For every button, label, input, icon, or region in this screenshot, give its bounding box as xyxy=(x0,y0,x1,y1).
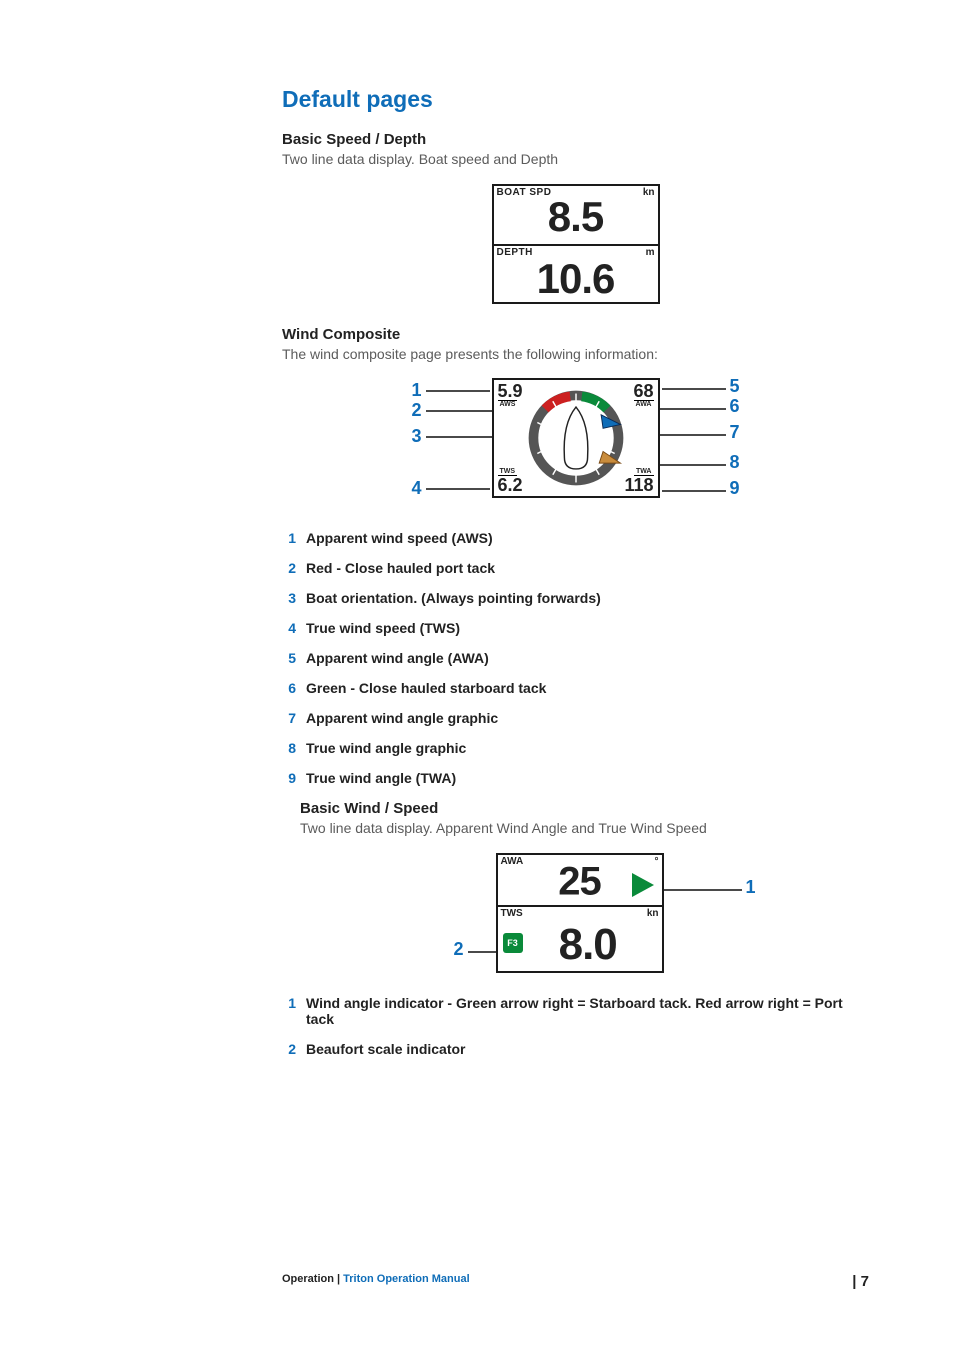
awa-label: AWA xyxy=(501,856,524,867)
page-sep: | xyxy=(852,1273,860,1290)
callout-2: 2 xyxy=(412,400,422,421)
legend-text: Apparent wind angle (AWA) xyxy=(306,650,489,666)
awa-value: 68 xyxy=(633,382,653,400)
tws-unit: kn xyxy=(647,908,659,919)
wind-composite-legend: 1 Apparent wind speed (AWS) 2 Red - Close h… xyxy=(282,530,869,786)
basic-wind-speed-figure: 1 2 AWA ° 25 TWS kn F3 8.0 xyxy=(396,853,756,983)
legend-text: Wind angle indicator - Green arrow right… xyxy=(306,995,869,1027)
legend-text: Boat orientation. (Always pointing forwa… xyxy=(306,590,601,606)
boat-spd-label: BOAT SPD xyxy=(497,187,552,198)
legend-number: 5 xyxy=(282,650,296,666)
legend-row: 7 Apparent wind angle graphic xyxy=(282,710,869,726)
callout-1-line xyxy=(426,390,490,392)
legend-text: True wind speed (TWS) xyxy=(306,620,460,636)
basic-wind-speed-legend: 1 Wind angle indicator - Green arrow righ… xyxy=(282,995,869,1057)
ws-callout-2: 2 xyxy=(454,939,464,960)
legend-number: 2 xyxy=(282,1041,296,1057)
basic-speed-depth-display: BOAT SPD kn 8.5 DEPTH m 10.6 xyxy=(492,184,660,304)
legend-number: 6 xyxy=(282,680,296,696)
legend-row: 8 True wind angle graphic xyxy=(282,740,869,756)
awa-label: AWA xyxy=(634,400,654,408)
legend-number: 9 xyxy=(282,770,296,786)
depth-label: DEPTH xyxy=(497,247,533,258)
callout-1: 1 xyxy=(412,380,422,401)
callout-6: 6 xyxy=(729,396,739,417)
awa-display-value: 25 xyxy=(558,860,601,905)
tws-display-value: 8.0 xyxy=(559,920,617,970)
legend-number: 7 xyxy=(282,710,296,726)
beaufort-value: F3 xyxy=(507,938,518,948)
boat-spd-value: 8.5 xyxy=(548,196,603,238)
footer-sep: | xyxy=(334,1273,343,1285)
basic-speed-depth-desc: Two line data display. Boat speed and De… xyxy=(282,150,869,170)
callout-5-line xyxy=(662,388,726,390)
section-title: Default pages xyxy=(282,86,869,113)
legend-number: 8 xyxy=(282,740,296,756)
callout-9-line xyxy=(662,490,726,492)
legend-row: 6 Green - Close hauled starboard tack xyxy=(282,680,869,696)
legend-text: Apparent wind speed (AWS) xyxy=(306,530,493,546)
legend-text: True wind angle graphic xyxy=(306,740,466,756)
legend-text: Red - Close hauled port tack xyxy=(306,560,495,576)
depth-value: 10.6 xyxy=(537,258,615,300)
ws-callout-1: 1 xyxy=(745,877,755,898)
callout-5: 5 xyxy=(729,376,739,397)
legend-row: 2 Beaufort scale indicator xyxy=(282,1041,869,1057)
legend-row: 9 True wind angle (TWA) xyxy=(282,770,869,786)
beaufort-badge: F3 xyxy=(503,933,523,953)
wind-composite-figure: 1 2 3 4 5 6 7 8 9 xyxy=(412,378,740,506)
legend-number: 4 xyxy=(282,620,296,636)
basic-wind-speed-display: AWA ° 25 TWS kn F3 8.0 xyxy=(496,853,664,973)
legend-text: Beaufort scale indicator xyxy=(306,1041,466,1057)
legend-row: 5 Apparent wind angle (AWA) xyxy=(282,650,869,666)
tws-value: 6.2 xyxy=(498,476,523,494)
legend-row: 4 True wind speed (TWS) xyxy=(282,620,869,636)
legend-text: Green - Close hauled starboard tack xyxy=(306,680,546,696)
legend-number: 2 xyxy=(282,560,296,576)
wind-angle-arrow-icon xyxy=(632,873,654,897)
aws-value: 5.9 xyxy=(498,382,523,400)
basic-wind-speed-heading: Basic Wind / Speed xyxy=(300,800,869,817)
callout-4-line xyxy=(426,488,490,490)
page-number: 7 xyxy=(861,1273,869,1290)
legend-row: 3 Boat orientation. (Always pointing forw… xyxy=(282,590,869,606)
basic-wind-speed-desc: Two line data display. Apparent Wind Ang… xyxy=(300,819,869,839)
wind-composite-desc: The wind composite page presents the fol… xyxy=(282,345,869,365)
depth-unit: m xyxy=(646,247,655,258)
callout-9: 9 xyxy=(729,478,739,499)
legend-row: 1 Wind angle indicator - Green arrow righ… xyxy=(282,995,869,1027)
callout-8: 8 xyxy=(729,452,739,473)
wind-composite-display: 5.9 AWS 68 AWA TWS 6.2 TWA 118 xyxy=(492,378,660,498)
legend-row: 1 Apparent wind speed (AWS) xyxy=(282,530,869,546)
boat-spd-unit: kn xyxy=(643,187,655,198)
legend-text: True wind angle (TWA) xyxy=(306,770,456,786)
legend-number: 1 xyxy=(282,530,296,546)
tws-label-ws: TWS xyxy=(501,908,523,919)
twa-value: 118 xyxy=(624,476,653,494)
footer-chapter: Operation xyxy=(282,1273,334,1285)
aws-label: AWS xyxy=(498,400,518,408)
legend-text: Apparent wind angle graphic xyxy=(306,710,498,726)
legend-row: 2 Red - Close hauled port tack xyxy=(282,560,869,576)
callout-7: 7 xyxy=(729,422,739,443)
wind-composite-heading: Wind Composite xyxy=(282,326,869,343)
legend-number: 3 xyxy=(282,590,296,606)
awa-unit: ° xyxy=(655,856,659,867)
callout-3: 3 xyxy=(412,426,422,447)
callout-4: 4 xyxy=(412,478,422,499)
footer-manual: Triton Operation Manual xyxy=(343,1273,470,1285)
ws-callout-1-line xyxy=(656,889,742,891)
page-footer: Operation | Triton Operation Manual | 7 xyxy=(0,1273,954,1290)
basic-speed-depth-heading: Basic Speed / Depth xyxy=(282,131,869,148)
legend-number: 1 xyxy=(282,995,296,1027)
